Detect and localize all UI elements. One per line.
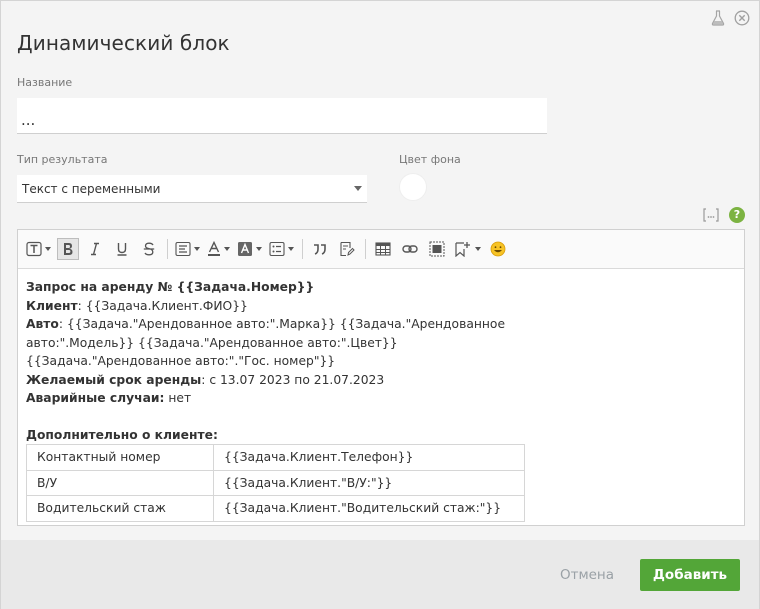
underline-icon — [117, 243, 127, 256]
table-row: Контактный номер {{Задача.Клиент.Телефон… — [26, 444, 525, 471]
list-icon — [269, 241, 285, 257]
name-label: Название — [17, 76, 73, 89]
toolbar-separator — [302, 239, 303, 259]
client-info-table: Контактный номер {{Задача.Клиент.Телефон… — [26, 444, 525, 522]
emoji-button[interactable] — [487, 238, 509, 260]
italic-icon — [91, 242, 99, 256]
table-cell: Водительский стаж — [26, 495, 214, 522]
empty-line — [26, 408, 736, 426]
emoji-icon — [490, 241, 506, 257]
table-cell: Контактный номер — [26, 444, 214, 471]
table-cell: {{Задача.Клиент."Водительский стаж:"}} — [213, 495, 525, 522]
bg-color-picker[interactable] — [399, 173, 427, 201]
flask-icon[interactable] — [711, 10, 725, 26]
chevron-down-icon — [256, 247, 262, 251]
editor-content[interactable]: Запрос на аренду № {{Задача.Номер}} Клие… — [18, 269, 744, 531]
table-cell: В/У — [26, 469, 214, 496]
table-cell: {{Задача.Клиент.Телефон}} — [213, 444, 525, 471]
highlight-icon — [238, 242, 252, 256]
chevron-down-icon — [288, 247, 294, 251]
content-line: Авто: {{Задача."Арендованное авто:".Марк… — [26, 317, 506, 331]
result-type-value: Текст с переменными — [22, 182, 161, 196]
strikethrough-button[interactable] — [138, 238, 160, 260]
text-style-icon — [26, 241, 42, 257]
content-line: {{Задача."Арендованное авто:"."Гос. номе… — [26, 354, 336, 368]
content-line: Желаемый срок аренды: с 13.07 2023 по 21… — [26, 372, 385, 387]
table-row: Водительский стаж {{Задача.Клиент."Водит… — [26, 495, 525, 522]
content-line: Запрос на аренду № {{Задача.Номер}} — [26, 280, 315, 294]
bold-button[interactable] — [57, 238, 79, 260]
insert-field-button[interactable] — [336, 238, 358, 260]
chevron-down-icon — [224, 247, 230, 251]
table-row: В/У {{Задача.Клиент."В/У:"}} — [26, 469, 525, 496]
table-cell: {{Задача.Клиент."В/У:"}} — [213, 469, 525, 496]
list-button[interactable] — [268, 238, 295, 260]
font-color-button[interactable] — [206, 238, 231, 260]
close-icon[interactable] — [734, 10, 750, 26]
link-icon — [402, 245, 418, 253]
gallery-icon — [429, 241, 445, 257]
chevron-down-icon — [354, 186, 362, 191]
quote-button[interactable] — [309, 238, 331, 260]
add-button[interactable]: Добавить — [640, 559, 740, 591]
dialog-footer: Отмена Добавить — [1, 540, 759, 609]
cancel-button[interactable]: Отмена — [555, 559, 619, 591]
quote-icon — [314, 244, 326, 255]
table-icon — [375, 242, 391, 256]
text-style-button[interactable] — [25, 238, 52, 260]
font-color-icon — [208, 241, 220, 256]
document-edit-icon — [340, 241, 355, 257]
top-icons — [711, 10, 750, 26]
chevron-down-icon — [194, 247, 200, 251]
content-line: Клиент: {{Задача.Клиент.ФИО}} — [26, 298, 248, 313]
strikethrough-icon — [143, 242, 155, 256]
toolbar-separator — [167, 239, 168, 259]
bg-color-button[interactable] — [236, 238, 263, 260]
insert-block-button[interactable] — [453, 238, 482, 260]
content-line: авто:".Модель}} {{Задача."Арендованное а… — [26, 335, 398, 350]
align-icon — [175, 241, 191, 257]
editor-toolbar — [18, 230, 744, 269]
section-heading: Дополнительно о клиенте: — [26, 427, 218, 442]
link-button[interactable] — [399, 238, 421, 260]
paragraph-align-button[interactable] — [174, 238, 201, 260]
content-line: Аварийные случаи: нет — [26, 391, 192, 405]
chevron-down-icon — [45, 247, 51, 251]
result-type-label: Тип результата — [17, 153, 108, 166]
gallery-button[interactable] — [426, 238, 448, 260]
underline-button[interactable] — [111, 238, 133, 260]
dynamic-block-dialog: Динамический блок Название Тип результат… — [0, 0, 760, 609]
bookmark-add-icon — [455, 242, 470, 257]
italic-button[interactable] — [84, 238, 106, 260]
rich-text-editor: Запрос на аренду № {{Задача.Номер}} Клие… — [17, 229, 745, 526]
result-type-select[interactable]: Текст с переменными — [17, 175, 367, 203]
toolbar-separator — [365, 239, 366, 259]
variables-icon[interactable] — [702, 207, 720, 227]
table-button[interactable] — [372, 238, 394, 260]
name-input[interactable] — [17, 98, 547, 134]
chevron-down-icon — [475, 247, 481, 251]
dialog-title: Динамический блок — [17, 31, 230, 55]
bg-color-label: Цвет фона — [399, 153, 461, 166]
bold-icon — [64, 243, 73, 255]
help-icon[interactable]: ? — [729, 207, 745, 223]
